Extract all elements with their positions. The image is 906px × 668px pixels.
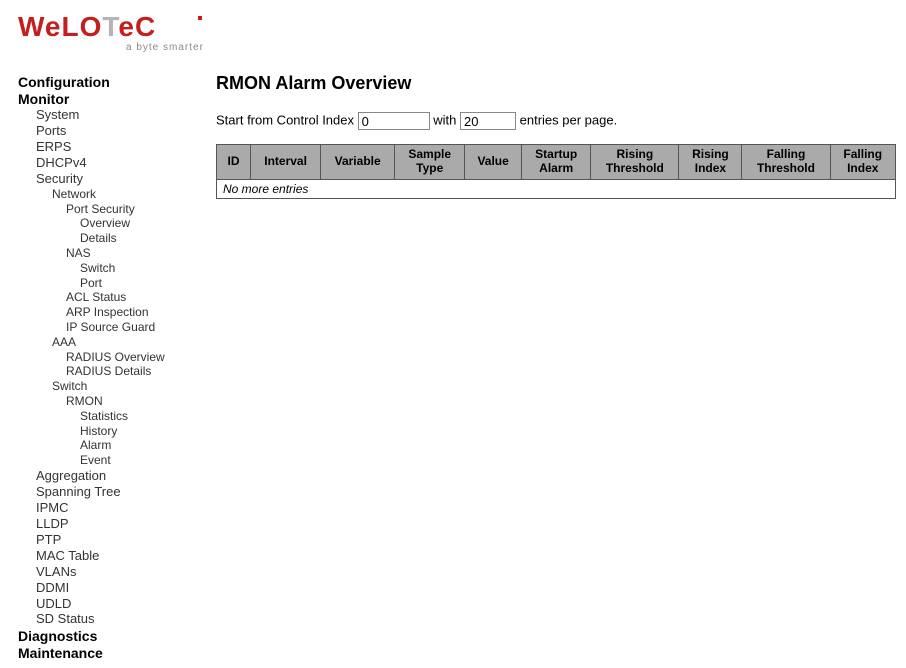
col-falling-index: FallingIndex [830, 145, 895, 180]
sidebar-item-mac-table[interactable]: MAC Table [36, 549, 198, 564]
sidebar-section-monitor[interactable]: Monitor [18, 91, 198, 107]
col-variable: Variable [321, 145, 395, 180]
sidebar-section-diagnostics[interactable]: Diagnostics [18, 628, 198, 644]
control-index-input[interactable] [358, 112, 430, 130]
filter-suffix-label: entries per page. [520, 112, 618, 127]
main-content: RMON Alarm Overview Start from Control I… [198, 73, 906, 199]
brand-logo-block: WeLOTeC a byte smarter [0, 0, 906, 55]
table-header-row: ID Interval Variable SampleType Value St… [217, 145, 896, 180]
sidebar-item-details[interactable]: Details [80, 232, 198, 246]
col-sample-type: SampleType [395, 145, 465, 180]
svg-text:WeLOTeC: WeLOTeC [18, 11, 156, 42]
sidebar-item-ptp[interactable]: PTP [36, 533, 198, 548]
sidebar-nav: Configuration Monitor System Ports ERPS … [18, 73, 198, 663]
sidebar-item-sd-status[interactable]: SD Status [36, 612, 198, 627]
sidebar-item-rmon-statistics[interactable]: Statistics [80, 410, 198, 424]
sidebar-item-port-security[interactable]: Port Security [66, 203, 198, 217]
page-title: RMON Alarm Overview [216, 73, 896, 94]
sidebar-item-spanning-tree[interactable]: Spanning Tree [36, 485, 198, 500]
sidebar-item-aggregation[interactable]: Aggregation [36, 469, 198, 484]
sidebar-item-vlans[interactable]: VLANs [36, 565, 198, 580]
alarm-table: ID Interval Variable SampleType Value St… [216, 144, 896, 199]
sidebar-item-ipmc[interactable]: IPMC [36, 501, 198, 516]
col-value: Value [465, 145, 522, 180]
sidebar-item-rmon[interactable]: RMON [66, 395, 198, 409]
sidebar-item-network[interactable]: Network [52, 188, 198, 202]
sidebar-item-nas-port[interactable]: Port [80, 277, 198, 291]
sidebar-item-radius-overview[interactable]: RADIUS Overview [66, 351, 198, 365]
sidebar-item-radius-details[interactable]: RADIUS Details [66, 365, 198, 379]
sidebar-item-rmon-alarm[interactable]: Alarm [80, 439, 198, 453]
sidebar-item-nas-switch[interactable]: Switch [80, 262, 198, 276]
sidebar-item-dhcpv4[interactable]: DHCPv4 [36, 156, 198, 171]
sidebar-item-ip-source-guard[interactable]: IP Source Guard [66, 321, 198, 335]
sidebar-item-rmon-history[interactable]: History [80, 425, 198, 439]
sidebar-item-system[interactable]: System [36, 108, 198, 123]
sidebar-item-rmon-event[interactable]: Event [80, 454, 198, 468]
sidebar-section-configuration[interactable]: Configuration [18, 74, 198, 90]
sidebar-item-overview[interactable]: Overview [80, 217, 198, 231]
sidebar-item-security[interactable]: Security [36, 172, 198, 187]
filter-mid-label: with [433, 112, 456, 127]
sidebar-item-switch[interactable]: Switch [52, 380, 198, 394]
entries-per-page-input[interactable] [460, 112, 516, 130]
col-rising-index: RisingIndex [679, 145, 742, 180]
sidebar-item-udld[interactable]: UDLD [36, 597, 198, 612]
sidebar-item-nas[interactable]: NAS [66, 247, 198, 261]
col-id: ID [217, 145, 251, 180]
sidebar-item-ports[interactable]: Ports [36, 124, 198, 139]
no-entries-cell: No more entries [217, 179, 896, 198]
filter-prefix-label: Start from Control Index [216, 112, 354, 127]
table-row-empty: No more entries [217, 179, 896, 198]
col-interval: Interval [251, 145, 321, 180]
sidebar-item-erps[interactable]: ERPS [36, 140, 198, 155]
brand-tagline: a byte smarter [126, 42, 888, 53]
sidebar-item-arp-inspection[interactable]: ARP Inspection [66, 306, 198, 320]
sidebar-item-aaa[interactable]: AAA [52, 336, 198, 350]
sidebar-item-acl-status[interactable]: ACL Status [66, 291, 198, 305]
col-startup-alarm: StartupAlarm [522, 145, 591, 180]
sidebar-section-maintenance[interactable]: Maintenance [18, 645, 198, 661]
sidebar-item-lldp[interactable]: LLDP [36, 517, 198, 532]
filter-row: Start from Control Index with entries pe… [216, 112, 896, 130]
col-falling-threshold: FallingThreshold [742, 145, 830, 180]
col-rising-threshold: RisingThreshold [591, 145, 679, 180]
brand-logo-icon: WeLOTeC [18, 10, 208, 44]
sidebar-item-ddmi[interactable]: DDMI [36, 581, 198, 596]
